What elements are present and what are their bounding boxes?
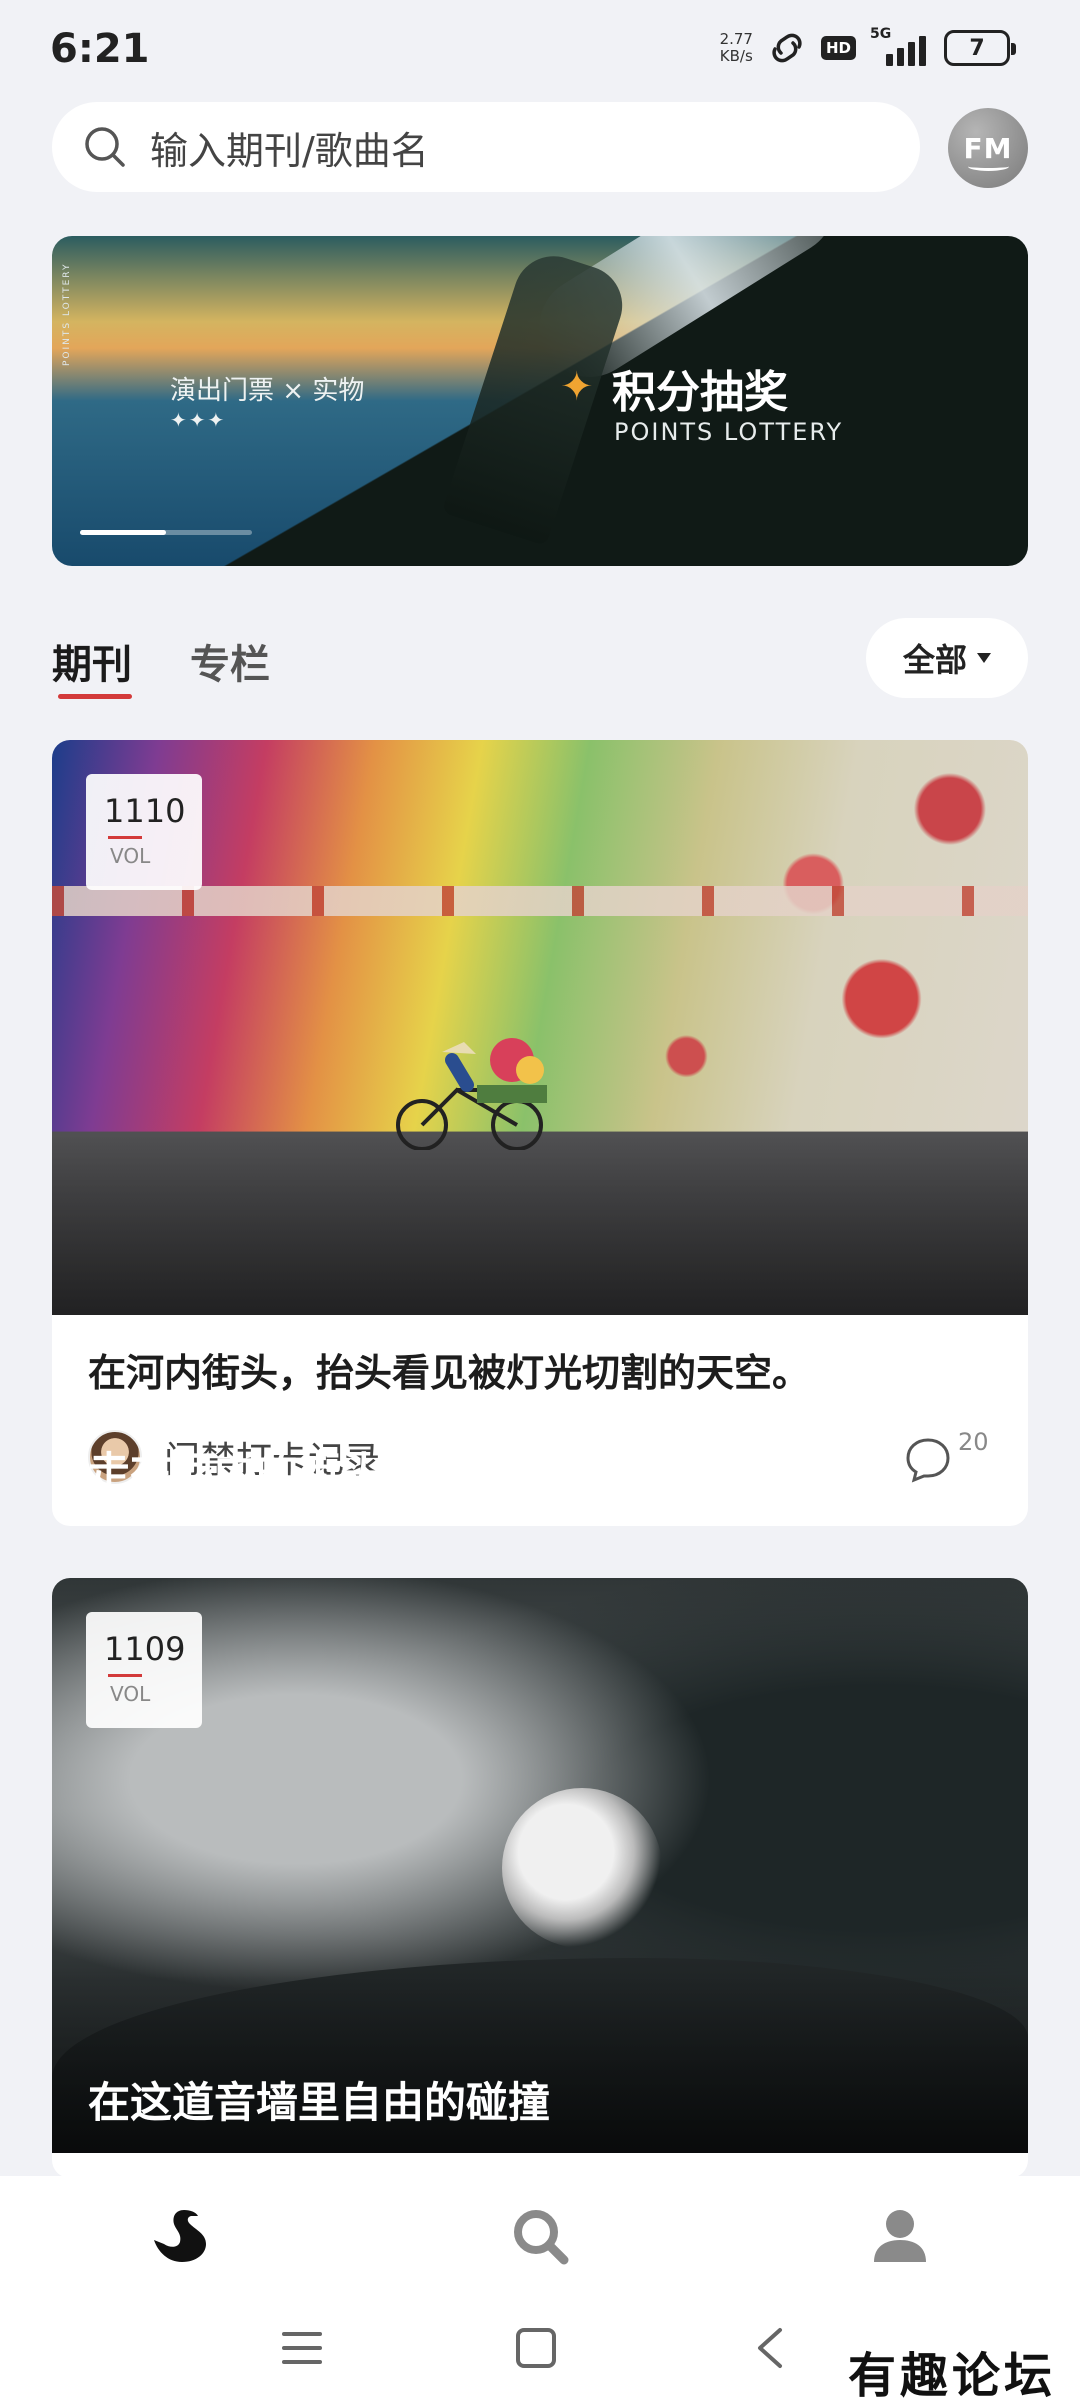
banner-artwork-figure <box>441 245 633 547</box>
banner-pager-active <box>80 530 166 535</box>
banner-pager <box>80 530 252 535</box>
vol-divider <box>108 836 142 839</box>
fm-label: FM <box>963 131 1013 171</box>
back-arrow-icon <box>758 2328 782 2368</box>
vol-number: 1110 <box>104 792 186 830</box>
search-icon <box>85 127 125 167</box>
banner-subtitle: POINTS LOTTERY <box>614 418 844 446</box>
banner-left-title: 演出门票 × 实物 <box>170 376 365 406</box>
comment-icon <box>906 1438 950 1483</box>
vol-divider <box>108 1674 142 1677</box>
nav-home[interactable] <box>140 2196 220 2276</box>
network-speed-unit: KB/s <box>719 47 753 65</box>
cover-sneakers <box>502 1788 662 1948</box>
link-icon <box>772 33 802 63</box>
vol-badge: 1110 VOL <box>86 774 202 890</box>
vol-badge: 1109 VOL <box>86 1612 202 1728</box>
banner-stars: ✦✦✦ <box>170 408 227 432</box>
cover-cyclist <box>396 1038 547 1150</box>
battery-icon: 7 <box>944 30 1016 66</box>
search-input[interactable]: 输入期刊/歌曲名 <box>52 102 920 192</box>
active-tab-indicator <box>58 694 132 699</box>
search-placeholder: 输入期刊/歌曲名 <box>150 128 429 173</box>
hd-badge: HD <box>820 36 856 60</box>
network-speed: 2.77 KB/s <box>720 31 753 65</box>
vol-label: VOL <box>110 1682 151 1706</box>
card-cover-title: 走在河内的街头 <box>88 1448 383 1497</box>
tab-periodicals[interactable]: 期刊 <box>52 632 132 690</box>
square-icon <box>516 2328 556 2368</box>
nav-search[interactable] <box>500 2196 580 2276</box>
sparkle-icon: ✦ <box>560 364 594 410</box>
comment-count: 20 <box>958 1428 989 1456</box>
search-icon <box>514 2210 569 2265</box>
filter-dropdown[interactable]: 全部 <box>866 618 1028 698</box>
tab-columns[interactable]: 专栏 <box>190 632 270 690</box>
status-bar: 6:21 2.77 KB/s HD 5G 7 <box>0 0 1080 100</box>
comment-button[interactable]: 20 <box>904 1428 994 1488</box>
battery-level: 7 <box>969 35 985 61</box>
vol-number: 1109 <box>104 1630 186 1668</box>
watermark: 有趣论坛 <box>847 2348 1056 2400</box>
card-cover-title: 在这道音墙里自由的碰撞 <box>88 2078 551 2127</box>
banner-vertical-text: POINTS LOTTERY <box>62 262 72 366</box>
vol-label: VOL <box>110 844 151 868</box>
promo-banner[interactable]: POINTS LOTTERY 演出门票 × 实物 ✦✦✦ ✦ 积分抽奖 POIN… <box>52 236 1028 566</box>
banner-title: 积分抽奖 <box>612 367 788 418</box>
filter-label: 全部 <box>902 641 967 679</box>
caret-down-icon <box>977 653 991 663</box>
signal-icon: 5G <box>870 26 930 66</box>
network-speed-value: 2.77 <box>719 30 753 48</box>
home-button[interactable] <box>506 2318 566 2378</box>
swan-icon <box>154 2210 206 2262</box>
back-button[interactable] <box>740 2318 800 2378</box>
nav-profile[interactable] <box>860 2196 940 2276</box>
card-headline: 在河内街头，抬头看见被灯光切割的天空。 <box>88 1351 811 1395</box>
status-time: 6:21 <box>50 26 150 72</box>
periodical-card[interactable]: 1110 VOL 走在河内的街头 在河内街头，抬头看见被灯光切割的天空。 门禁打… <box>52 740 1028 1526</box>
bottom-nav <box>0 2176 1080 2296</box>
menu-icon <box>282 2332 322 2364</box>
profile-icon <box>874 2210 926 2262</box>
recent-apps-button[interactable] <box>272 2318 332 2378</box>
periodical-card[interactable]: 1109 VOL 在这道音墙里自由的碰撞 <box>52 1578 1028 2178</box>
cover-railing <box>52 886 1028 916</box>
status-icons: 2.77 KB/s HD 5G 7 <box>720 26 1016 66</box>
fm-button[interactable]: FM <box>948 108 1028 188</box>
